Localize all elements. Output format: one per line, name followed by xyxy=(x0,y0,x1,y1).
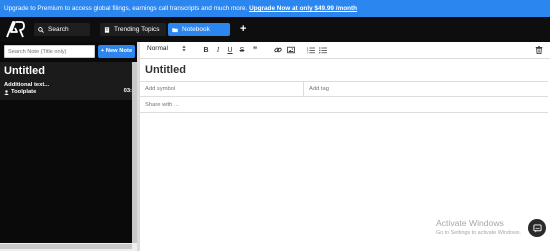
sort-arrows-icon xyxy=(182,45,186,52)
tab-search-label: Search xyxy=(48,26,69,33)
note-time: 03: xyxy=(123,88,132,94)
note-title: Untitled xyxy=(4,65,45,77)
editor-toolbar: Normal B I U S ” 123 xyxy=(140,42,550,59)
tab-notebook[interactable]: Notebook xyxy=(168,23,230,36)
share-with-input[interactable] xyxy=(140,97,548,113)
user-icon xyxy=(4,89,9,95)
note-author-name: Toolplate xyxy=(11,89,37,95)
logo-icon[interactable] xyxy=(5,19,25,39)
note-author: Toolplate xyxy=(4,89,129,95)
link-button[interactable] xyxy=(273,45,283,55)
upgrade-link[interactable]: Upgrade Now at only $49.99 /month xyxy=(249,5,357,12)
folder-icon xyxy=(172,27,178,32)
activate-windows-watermark: Activate Windows Go to Settings to activ… xyxy=(436,218,521,236)
search-note-input[interactable] xyxy=(4,45,95,58)
image-button[interactable] xyxy=(286,45,296,55)
tab-notebook-label: Notebook xyxy=(182,26,210,33)
image-icon xyxy=(287,46,295,54)
panel-divider[interactable] xyxy=(137,42,140,251)
format-select-value: Normal xyxy=(147,45,168,52)
blockquote-button[interactable]: ” xyxy=(250,45,260,55)
activate-windows-title: Activate Windows xyxy=(436,218,504,228)
tab-trending-label: Trending Topics xyxy=(114,26,160,33)
chat-icon xyxy=(532,223,542,233)
tab-trending-topics[interactable]: Trending Topics xyxy=(100,23,166,36)
strikethrough-button[interactable]: S xyxy=(237,45,247,55)
tab-search[interactable]: Search xyxy=(34,23,90,36)
sidebar-horizontal-scrollbar[interactable] xyxy=(0,244,132,249)
add-symbol-input[interactable] xyxy=(140,82,304,96)
ordered-list-icon: 123 xyxy=(307,47,315,54)
ordered-list-button[interactable]: 123 xyxy=(306,45,316,55)
search-icon xyxy=(38,26,44,33)
top-navbar: Search Trending Topics Notebook + xyxy=(0,17,550,42)
notes-sidebar: + New Note Untitled Additional text... T… xyxy=(0,42,137,251)
link-icon xyxy=(274,47,282,53)
note-list-item[interactable]: Untitled Additional text... Toolplate 03… xyxy=(0,62,133,100)
add-tab-button[interactable]: + xyxy=(235,23,253,36)
format-select[interactable]: Normal xyxy=(147,45,186,52)
banner-text: Upgrade to Premium to access global fili… xyxy=(4,5,250,12)
metadata-row xyxy=(140,81,548,97)
document-icon xyxy=(104,26,110,33)
upgrade-banner: Upgrade to Premium to access global fili… xyxy=(0,0,550,17)
chat-button[interactable] xyxy=(528,219,546,237)
trash-icon xyxy=(535,46,543,54)
activate-windows-subtitle: Go to Settings to activate Windows. xyxy=(436,230,522,236)
italic-button[interactable]: I xyxy=(213,45,223,55)
bullet-list-button[interactable] xyxy=(318,45,328,55)
note-excerpt: Additional text... xyxy=(4,82,50,88)
bullet-list-icon xyxy=(319,47,327,54)
add-tag-input[interactable] xyxy=(304,82,548,96)
underline-button[interactable]: U xyxy=(225,45,235,55)
svg-text:3: 3 xyxy=(307,52,309,54)
note-title-heading[interactable]: Untitled xyxy=(145,64,186,76)
bold-button[interactable]: B xyxy=(201,45,211,55)
delete-note-button[interactable] xyxy=(534,45,544,55)
new-note-button[interactable]: + New Note xyxy=(98,45,135,58)
